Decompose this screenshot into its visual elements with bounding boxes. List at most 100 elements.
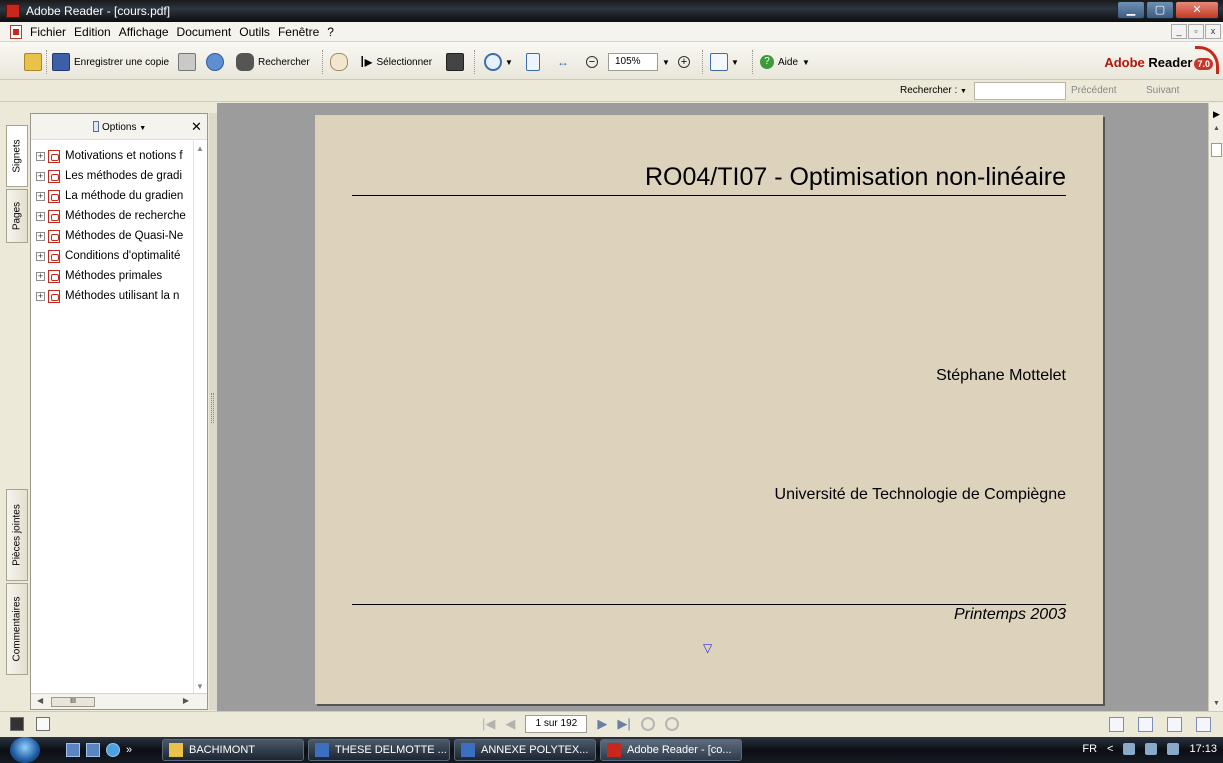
zoom-in-icon[interactable]: + bbox=[678, 56, 690, 68]
tab-pages[interactable]: Pages bbox=[6, 189, 28, 243]
horizontal-scroll-thumb[interactable]: III bbox=[51, 697, 95, 707]
options-menu[interactable]: Options ▼ bbox=[102, 122, 146, 133]
tray-expand-icon[interactable]: < bbox=[1107, 743, 1113, 755]
quick-launch-more-icon[interactable]: » bbox=[126, 743, 132, 757]
menu-fichier[interactable]: Fichier bbox=[30, 25, 66, 39]
menu-fenetre[interactable]: Fenêtre bbox=[278, 25, 319, 39]
doc-close-button[interactable]: x bbox=[1205, 24, 1221, 39]
menu-edition[interactable]: Edition bbox=[74, 25, 111, 39]
minimize-button[interactable]: ▁ bbox=[1117, 1, 1145, 19]
start-button[interactable] bbox=[10, 737, 40, 763]
bookmark-item[interactable]: + Conditions d'optimalité bbox=[36, 246, 204, 266]
last-page-icon[interactable]: ▶| bbox=[617, 716, 630, 732]
save-copy-button[interactable]: Enregistrer une copie bbox=[52, 51, 169, 73]
zoom-dropdown-icon[interactable]: ▼ bbox=[662, 58, 670, 67]
select-tool-button[interactable]: I▸ Sélectionner bbox=[360, 51, 432, 73]
pane-splitter[interactable] bbox=[209, 113, 217, 710]
chevron-down-icon[interactable]: ▼ bbox=[505, 58, 513, 67]
expand-icon[interactable]: + bbox=[36, 151, 45, 161]
scroll-down-icon[interactable]: ▼ bbox=[196, 682, 204, 691]
rotate-view-icon[interactable] bbox=[710, 53, 728, 71]
bookmarks-horizontal-scrollbar[interactable]: ◀ III ▶ bbox=[31, 693, 207, 709]
internet-explorer-icon[interactable] bbox=[106, 743, 120, 757]
document-scroll-thumb[interactable] bbox=[1211, 143, 1222, 157]
expand-icon[interactable]: + bbox=[36, 291, 45, 301]
next-view-icon[interactable] bbox=[664, 717, 679, 731]
network-icon[interactable] bbox=[1123, 743, 1136, 755]
zoom-in-tool-icon[interactable] bbox=[484, 53, 502, 71]
page-icon[interactable] bbox=[36, 717, 50, 731]
menu-help[interactable]: ? bbox=[327, 25, 334, 39]
next-page-icon[interactable]: ▶ bbox=[597, 716, 607, 732]
email-icon[interactable] bbox=[206, 53, 224, 71]
previous-page-icon[interactable]: ◀ bbox=[505, 716, 515, 732]
print-icon[interactable] bbox=[178, 53, 196, 71]
taskbar-item-active[interactable]: Adobe Reader - [co... bbox=[600, 739, 742, 761]
bookmark-item[interactable]: + Les méthodes de gradi bbox=[36, 166, 204, 186]
find-input[interactable] bbox=[974, 82, 1066, 100]
bookmarks-vertical-scrollbar[interactable]: ▲ ▼ bbox=[193, 140, 207, 695]
continuous-facing-layout-icon[interactable] bbox=[1167, 717, 1182, 732]
first-page-icon[interactable]: |◀ bbox=[482, 716, 495, 732]
scroll-up-icon[interactable]: ▲ bbox=[1213, 125, 1220, 132]
window-titlebar[interactable]: Adobe Reader - [cours.pdf] ▁ ▢ ✕ bbox=[0, 0, 1223, 22]
doc-restore-button[interactable]: ▫ bbox=[1188, 24, 1204, 39]
expand-icon[interactable]: + bbox=[36, 211, 45, 221]
bookmark-item[interactable]: + Méthodes de Quasi-Ne bbox=[36, 226, 204, 246]
previous-view-icon[interactable] bbox=[640, 717, 655, 731]
scroll-right-icon[interactable]: ▶ bbox=[183, 696, 189, 705]
rotate-dropdown-icon[interactable]: ▼ bbox=[731, 58, 739, 67]
pdf-page[interactable]: RO04/TI07 - Optimisation non-linéaire St… bbox=[315, 115, 1103, 704]
zoom-level-field[interactable]: 105% bbox=[608, 53, 658, 71]
expand-icon[interactable]: + bbox=[36, 171, 45, 181]
document-icon[interactable] bbox=[10, 25, 22, 39]
expand-icon[interactable]: + bbox=[36, 191, 45, 201]
page-number-field[interactable]: 1 sur 192 bbox=[525, 715, 588, 733]
bookmark-item[interactable]: + La méthode du gradien bbox=[36, 186, 204, 206]
scroll-down-icon[interactable]: ▼ bbox=[1213, 700, 1220, 707]
find-previous-button[interactable]: Précédent bbox=[1071, 85, 1117, 96]
facing-layout-icon[interactable] bbox=[1196, 717, 1211, 732]
open-folder-icon[interactable] bbox=[24, 53, 42, 71]
splitter-grip[interactable] bbox=[211, 393, 214, 423]
menu-outils[interactable]: Outils bbox=[239, 25, 270, 39]
hand-tool-icon[interactable] bbox=[330, 53, 348, 71]
fit-width-icon[interactable]: ↔ bbox=[554, 53, 572, 71]
scroll-left-icon[interactable]: ◀ bbox=[37, 696, 43, 705]
zoom-out-icon[interactable]: − bbox=[586, 56, 598, 68]
tab-commentaires[interactable]: Commentaires bbox=[6, 583, 28, 675]
bookmark-item[interactable]: + Méthodes de recherche bbox=[36, 206, 204, 226]
show-desktop-icon[interactable] bbox=[66, 743, 80, 757]
volume-icon[interactable] bbox=[1167, 743, 1180, 755]
search-button[interactable]: Rechercher bbox=[236, 51, 310, 73]
continuous-layout-icon[interactable] bbox=[1138, 717, 1153, 732]
find-next-button[interactable]: Suivant bbox=[1146, 85, 1179, 96]
find-label[interactable]: Rechercher : ▼ bbox=[900, 85, 967, 96]
document-view[interactable]: RO04/TI07 - Optimisation non-linéaire St… bbox=[217, 103, 1208, 711]
help-button[interactable]: ? Aide ▼ bbox=[760, 51, 810, 73]
expand-icon[interactable]: + bbox=[36, 251, 45, 261]
single-page-layout-icon[interactable] bbox=[1109, 717, 1124, 732]
bookmark-item[interactable]: + Motivations et notions f bbox=[36, 146, 204, 166]
doc-minimize-button[interactable]: _ bbox=[1171, 24, 1187, 39]
tab-signets[interactable]: Signets bbox=[6, 125, 28, 187]
expand-icon[interactable]: + bbox=[36, 271, 45, 281]
screen-icon[interactable] bbox=[10, 717, 24, 731]
scroll-up-icon[interactable]: ▲ bbox=[196, 144, 204, 153]
tray-app-icon[interactable] bbox=[1145, 743, 1158, 755]
taskbar-item[interactable]: ANNEXE POLYTEX... bbox=[454, 739, 596, 761]
language-indicator[interactable]: FR bbox=[1082, 743, 1097, 755]
switch-windows-icon[interactable] bbox=[86, 743, 100, 757]
bookmark-item[interactable]: + Méthodes utilisant la n bbox=[36, 286, 204, 306]
taskbar-item[interactable]: THESE DELMOTTE ... bbox=[308, 739, 450, 761]
maximize-button[interactable]: ▢ bbox=[1146, 1, 1174, 19]
clock[interactable]: 17:13 bbox=[1189, 743, 1217, 755]
tab-pieces-jointes[interactable]: Pièces jointes bbox=[6, 489, 28, 581]
fit-page-icon[interactable] bbox=[526, 53, 540, 71]
document-vertical-scrollbar[interactable]: ▶ ▲ ▼ bbox=[1208, 103, 1223, 711]
panel-expand-icon[interactable]: ▶ bbox=[1213, 109, 1220, 120]
taskbar-item[interactable]: BACHIMONT bbox=[162, 739, 304, 761]
camera-snapshot-icon[interactable] bbox=[446, 53, 464, 71]
bookmark-item[interactable]: + Méthodes primales bbox=[36, 266, 204, 286]
expand-icon[interactable]: + bbox=[36, 231, 45, 241]
